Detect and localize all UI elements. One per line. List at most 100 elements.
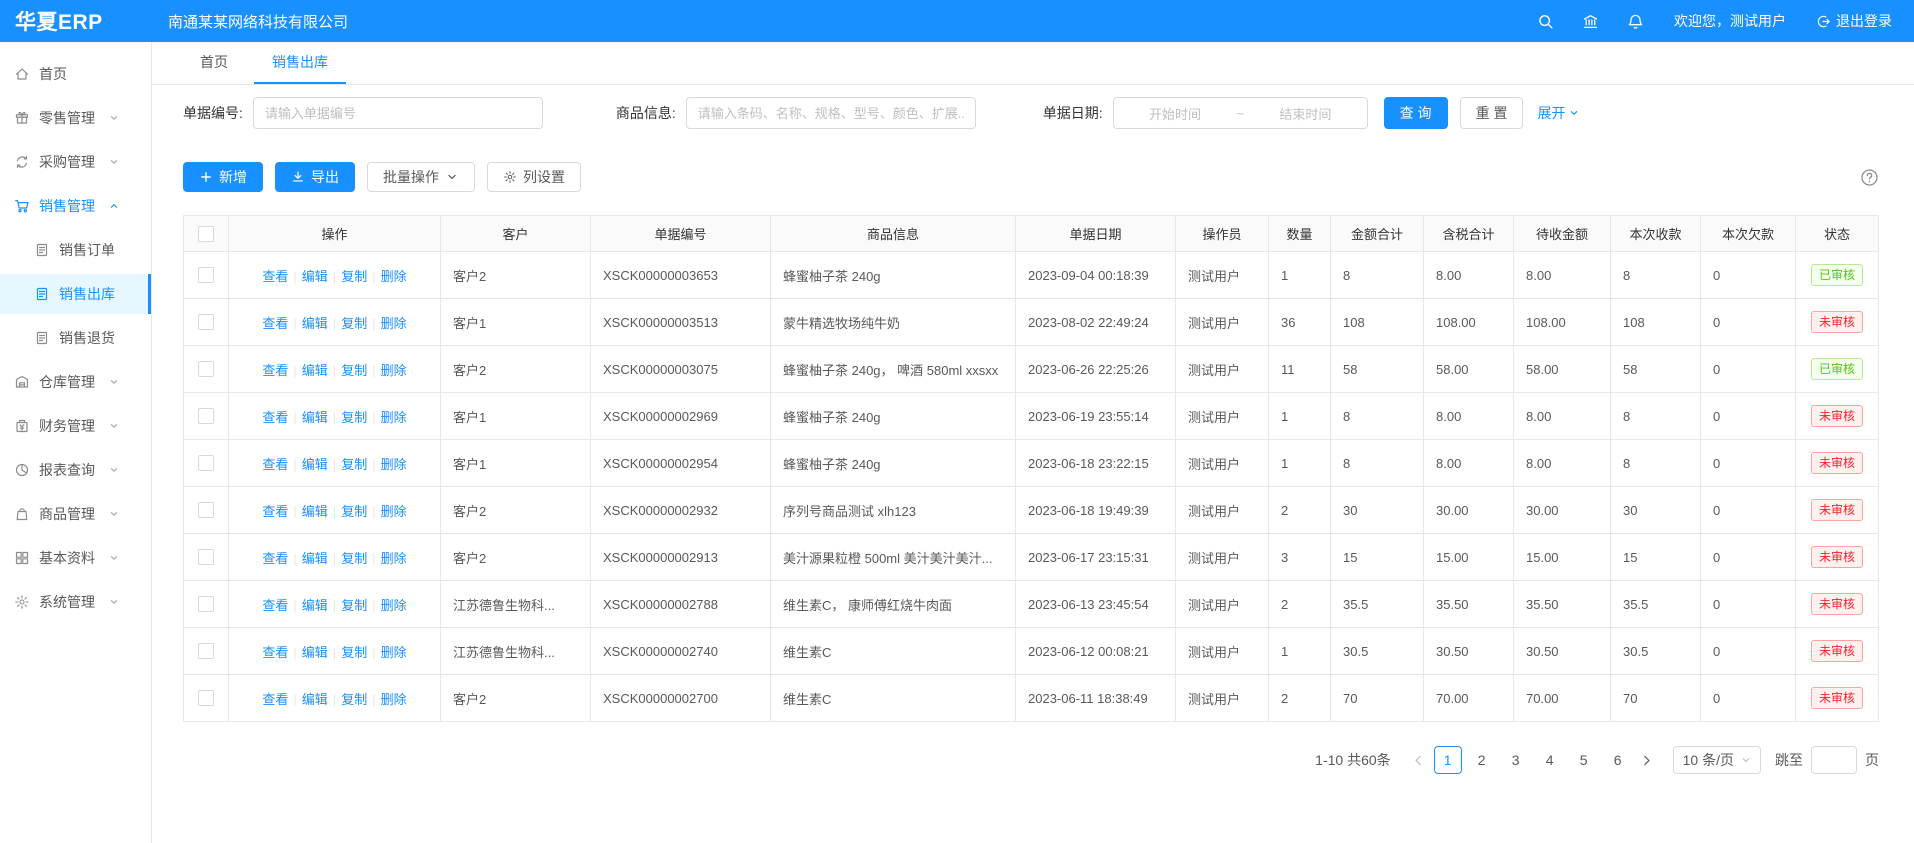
search-icon[interactable] [1537, 13, 1554, 30]
logout-button[interactable]: 退出登录 [1816, 11, 1892, 31]
page-number-2[interactable]: 2 [1468, 746, 1496, 774]
delete-link[interactable]: 删除 [381, 598, 407, 613]
material-input[interactable] [686, 97, 976, 129]
app-logo[interactable]: 华夏ERP [0, 6, 152, 36]
add-button[interactable]: 新增 [183, 162, 263, 192]
row-checkbox[interactable] [198, 643, 214, 659]
bank-icon[interactable] [1582, 13, 1599, 30]
view-link[interactable]: 查看 [262, 363, 288, 378]
tab-销售出库[interactable]: 销售出库 [254, 42, 346, 84]
view-link[interactable]: 查看 [262, 504, 288, 519]
sidebar-item-基本资料[interactable]: 基本资料 [0, 538, 151, 578]
delete-link[interactable]: 删除 [381, 363, 407, 378]
row-checkbox[interactable] [198, 361, 214, 377]
batch-actions-button[interactable]: 批量操作 [367, 162, 475, 192]
page-number-1[interactable]: 1 [1434, 746, 1462, 774]
row-checkbox[interactable] [198, 314, 214, 330]
notification-bell-icon[interactable] [1627, 13, 1644, 30]
sidebar-item-销售订单[interactable]: 销售订单 [0, 230, 151, 270]
sidebar-item-销售管理[interactable]: 销售管理 [0, 186, 151, 226]
column-settings-button[interactable]: 列设置 [487, 162, 581, 192]
expand-link[interactable]: 展开 [1537, 103, 1580, 123]
view-link[interactable]: 查看 [262, 598, 288, 613]
view-link[interactable]: 查看 [262, 551, 288, 566]
copy-link[interactable]: 复制 [341, 457, 367, 472]
page-number-4[interactable]: 4 [1536, 746, 1564, 774]
cell-tax_total: 8.00 [1424, 440, 1514, 487]
jump-page-input[interactable] [1811, 746, 1857, 774]
copy-link[interactable]: 复制 [341, 410, 367, 425]
copy-link[interactable]: 复制 [341, 363, 367, 378]
next-page-button[interactable] [1635, 746, 1659, 774]
search-button[interactable]: 查 询 [1384, 97, 1448, 129]
cell-receivable: 70.00 [1514, 675, 1611, 722]
view-link[interactable]: 查看 [262, 316, 288, 331]
prev-page-button[interactable] [1407, 746, 1431, 774]
delete-link[interactable]: 删除 [381, 316, 407, 331]
export-button[interactable]: 导出 [275, 162, 355, 192]
sidebar-item-首页[interactable]: 首页 [0, 54, 151, 94]
delete-link[interactable]: 删除 [381, 410, 407, 425]
reset-button[interactable]: 重 置 [1460, 97, 1524, 129]
edit-link[interactable]: 编辑 [302, 457, 328, 472]
help-icon[interactable] [1860, 168, 1879, 187]
row-checkbox[interactable] [198, 455, 214, 471]
sidebar-item-零售管理[interactable]: 零售管理 [0, 98, 151, 138]
copy-link[interactable]: 复制 [341, 645, 367, 660]
page-number-6[interactable]: 6 [1604, 746, 1632, 774]
sidebar-item-销售退货[interactable]: 销售退货 [0, 318, 151, 358]
column-header-金额合计: 金额合计 [1331, 216, 1424, 252]
sidebar-item-系统管理[interactable]: 系统管理 [0, 582, 151, 622]
edit-link[interactable]: 编辑 [302, 645, 328, 660]
delete-link[interactable]: 删除 [381, 457, 407, 472]
view-link[interactable]: 查看 [262, 410, 288, 425]
page-size-select[interactable]: 10 条/页 [1673, 746, 1761, 774]
sidebar-item-仓库管理[interactable]: 仓库管理 [0, 362, 151, 402]
tab-首页[interactable]: 首页 [182, 42, 246, 84]
cell-amount: 8 [1331, 252, 1424, 299]
sidebar-item-采购管理[interactable]: 采购管理 [0, 142, 151, 182]
row-checkbox[interactable] [198, 549, 214, 565]
page-number-3[interactable]: 3 [1502, 746, 1530, 774]
edit-link[interactable]: 编辑 [302, 692, 328, 707]
date-range-picker[interactable]: 开始时间 ~ 结束时间 [1113, 97, 1368, 129]
row-checkbox[interactable] [198, 596, 214, 612]
sidebar-item-销售出库[interactable]: 销售出库 [0, 274, 151, 314]
edit-link[interactable]: 编辑 [302, 269, 328, 284]
view-link[interactable]: 查看 [262, 269, 288, 284]
page-number-5[interactable]: 5 [1570, 746, 1598, 774]
edit-link[interactable]: 编辑 [302, 410, 328, 425]
view-link[interactable]: 查看 [262, 457, 288, 472]
row-checkbox[interactable] [198, 690, 214, 706]
edit-link[interactable]: 编辑 [302, 316, 328, 331]
cell-status: 未审核 [1796, 299, 1879, 346]
select-all-checkbox[interactable] [198, 226, 214, 242]
copy-link[interactable]: 复制 [341, 316, 367, 331]
row-checkbox[interactable] [198, 267, 214, 283]
delete-link[interactable]: 删除 [381, 504, 407, 519]
edit-link[interactable]: 编辑 [302, 363, 328, 378]
copy-link[interactable]: 复制 [341, 269, 367, 284]
row-actions-cell: 查看|编辑|复制|删除 [229, 440, 441, 487]
sidebar-item-商品管理[interactable]: 商品管理 [0, 494, 151, 534]
sidebar-item-报表查询[interactable]: 报表查询 [0, 450, 151, 490]
copy-link[interactable]: 复制 [341, 598, 367, 613]
view-link[interactable]: 查看 [262, 645, 288, 660]
bill-no-input[interactable] [253, 97, 543, 129]
copy-link[interactable]: 复制 [341, 692, 367, 707]
row-checkbox[interactable] [198, 502, 214, 518]
edit-link[interactable]: 编辑 [302, 551, 328, 566]
delete-link[interactable]: 删除 [381, 269, 407, 284]
delete-link[interactable]: 删除 [381, 692, 407, 707]
view-link[interactable]: 查看 [262, 692, 288, 707]
edit-link[interactable]: 编辑 [302, 598, 328, 613]
delete-link[interactable]: 删除 [381, 645, 407, 660]
delete-link[interactable]: 删除 [381, 551, 407, 566]
copy-link[interactable]: 复制 [341, 551, 367, 566]
edit-link[interactable]: 编辑 [302, 504, 328, 519]
row-checkbox[interactable] [198, 408, 214, 424]
cell-status: 未审核 [1796, 487, 1879, 534]
copy-link[interactable]: 复制 [341, 504, 367, 519]
cell-receivable: 108.00 [1514, 299, 1611, 346]
sidebar-item-财务管理[interactable]: 财务管理 [0, 406, 151, 446]
